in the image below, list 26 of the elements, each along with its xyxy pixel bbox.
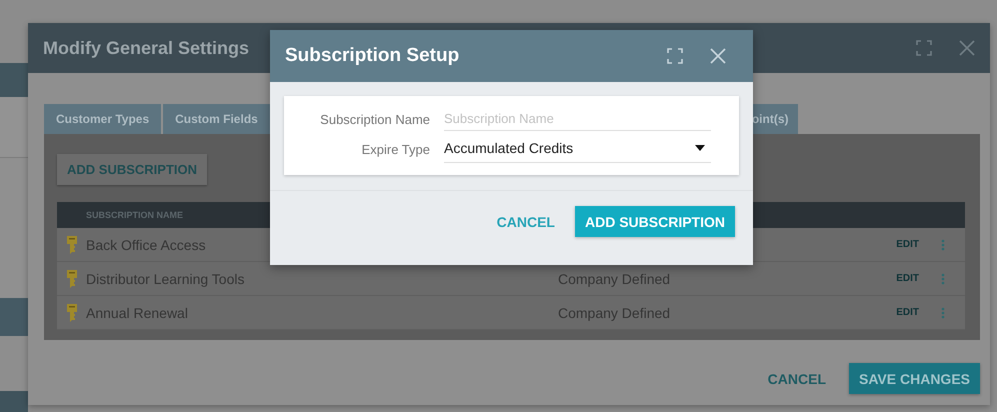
cancel-button[interactable]: CANCEL [758, 363, 836, 394]
primary-button[interactable]: SAVE CHANGES [849, 363, 980, 394]
more-icon[interactable] [941, 238, 945, 250]
tab[interactable]: oint(s) [752, 104, 798, 134]
tab[interactable]: Custom Fields [163, 104, 270, 134]
dialog-title: Modify General Settings [43, 38, 250, 58]
dialog-title: Subscription Setup [285, 45, 460, 67]
edit-link[interactable]: EDIT [896, 239, 919, 250]
background-bar [0, 391, 28, 412]
more-icon[interactable] [941, 306, 945, 318]
more-icon[interactable] [941, 272, 945, 284]
close-icon[interactable] [958, 39, 976, 57]
key-icon [66, 302, 78, 322]
caret-icon [695, 145, 705, 151]
key-icon [66, 234, 78, 254]
maximize-icon[interactable] [916, 40, 932, 56]
cancel-button[interactable]: CANCEL [486, 206, 565, 237]
edit-link[interactable]: EDIT [896, 307, 919, 318]
tab[interactable]: Customer Types [44, 104, 162, 134]
add-subscription-button[interactable]: ADD SUBSCRIPTION [57, 154, 208, 185]
dropdown-field[interactable]: Accumulated Credits [444, 135, 711, 163]
field-label: Expire Type [360, 142, 431, 156]
key-icon [66, 268, 78, 288]
edit-link[interactable]: EDIT [896, 273, 919, 284]
primary-button[interactable]: ADD SUBSCRIPTION [574, 206, 735, 237]
field-label: Subscription Name [319, 112, 431, 127]
